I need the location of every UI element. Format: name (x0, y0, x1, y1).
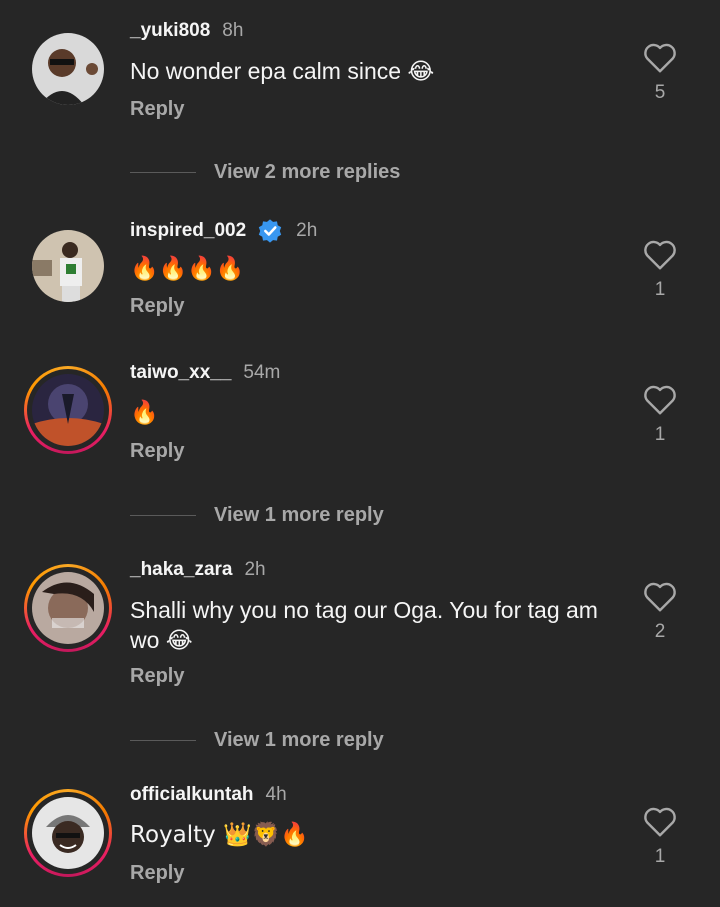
comment-text: Shalli why you no tag our Oga. You for t… (130, 597, 598, 653)
timestamp: 2h (296, 220, 318, 241)
divider (130, 515, 196, 516)
avatar[interactable] (32, 230, 104, 302)
reply-button[interactable]: Reply (130, 440, 184, 463)
username[interactable]: _yuki808 (130, 20, 210, 42)
like-count: 1 (654, 279, 666, 300)
like-count: 2 (654, 621, 666, 642)
timestamp: 8h (222, 20, 244, 41)
username[interactable]: officialkuntah (130, 784, 254, 806)
view-more-label[interactable]: View 1 more reply (214, 729, 384, 752)
heart-icon[interactable] (642, 579, 678, 613)
like-control: 2 (641, 579, 679, 643)
heart-icon[interactable] (642, 237, 678, 271)
view-more-replies[interactable]: View 1 more reply (130, 729, 384, 752)
timestamp: 54m (243, 362, 281, 383)
comment-text: Royalty 👑🦁🔥 (130, 822, 309, 848)
view-more-replies[interactable]: View 1 more reply (130, 504, 384, 527)
heart-icon[interactable] (642, 382, 678, 416)
story-ring[interactable] (24, 789, 112, 877)
verified-badge-icon (258, 219, 282, 243)
username[interactable]: inspired_002 (130, 220, 246, 242)
username[interactable]: taiwo_xx__ (130, 362, 231, 384)
view-more-label[interactable]: View 2 more replies (214, 161, 400, 184)
like-control: 1 (641, 804, 679, 868)
story-ring[interactable] (24, 564, 112, 652)
reply-button[interactable]: Reply (130, 665, 184, 688)
username[interactable]: _haka_zara (130, 559, 232, 581)
divider (130, 740, 196, 741)
reply-button[interactable]: Reply (130, 98, 184, 121)
like-count: 1 (654, 846, 666, 867)
heart-icon[interactable] (642, 804, 678, 838)
avatar[interactable] (32, 572, 104, 644)
like-count: 1 (654, 424, 666, 445)
view-more-label[interactable]: View 1 more reply (214, 504, 384, 527)
timestamp: 2h (244, 559, 266, 580)
avatar[interactable] (32, 797, 104, 869)
like-control: 5 (641, 40, 679, 104)
comment-text: No wonder epa calm since 😂 (130, 58, 435, 84)
timestamp: 4h (265, 784, 287, 805)
story-ring[interactable] (24, 366, 112, 454)
view-more-replies[interactable]: View 2 more replies (130, 161, 400, 184)
avatar[interactable] (32, 374, 104, 446)
heart-icon[interactable] (642, 40, 678, 74)
comment-text: 🔥 (130, 400, 159, 426)
comment-text: 🔥🔥🔥🔥 (130, 256, 245, 282)
like-control: 1 (641, 237, 679, 301)
like-count: 5 (654, 82, 666, 103)
reply-button[interactable]: Reply (130, 862, 184, 885)
like-control: 1 (641, 382, 679, 446)
divider (130, 172, 196, 173)
avatar[interactable] (32, 33, 104, 105)
reply-button[interactable]: Reply (130, 295, 184, 318)
